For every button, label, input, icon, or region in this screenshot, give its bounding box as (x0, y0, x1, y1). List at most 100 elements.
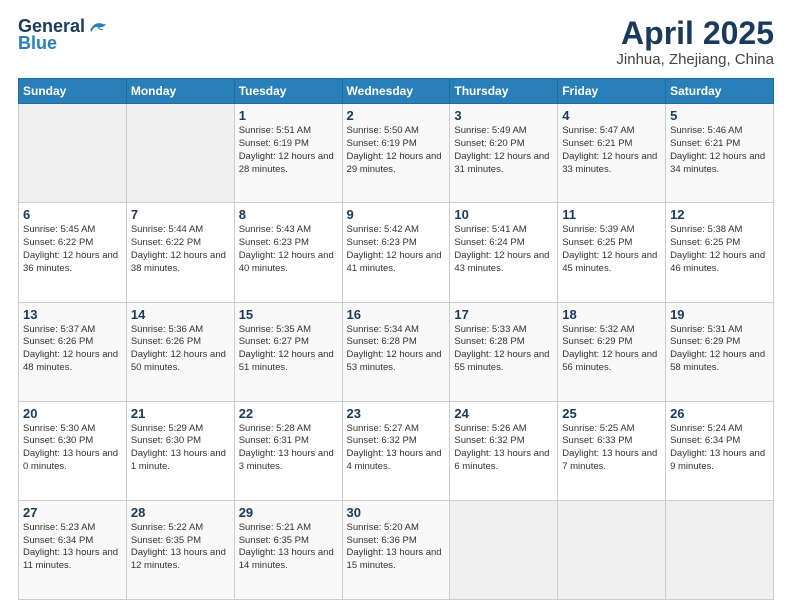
day-info: Sunrise: 5:33 AM Sunset: 6:28 PM Dayligh… (454, 324, 553, 375)
day-info: Sunrise: 5:50 AM Sunset: 6:19 PM Dayligh… (347, 125, 446, 176)
col-header-tuesday: Tuesday (234, 79, 342, 104)
day-number: 19 (670, 307, 769, 322)
day-info: Sunrise: 5:38 AM Sunset: 6:25 PM Dayligh… (670, 224, 769, 275)
day-cell: 15 Sunrise: 5:35 AM Sunset: 6:27 PM Dayli… (234, 302, 342, 401)
day-number: 16 (347, 307, 446, 322)
day-cell: 3Sunrise: 5:49 AM Sunset: 6:20 PM Daylig… (450, 104, 558, 203)
day-cell: 11 Sunrise: 5:39 AM Sunset: 6:25 PM Dayli… (558, 203, 666, 302)
day-cell (666, 500, 774, 599)
day-number: 23 (347, 406, 446, 421)
day-number: 5 (670, 108, 769, 123)
day-info: Sunrise: 5:31 AM Sunset: 6:29 PM Dayligh… (670, 324, 769, 375)
day-info: Sunrise: 5:46 AM Sunset: 6:21 PM Dayligh… (670, 125, 769, 176)
day-cell: 20 Sunrise: 5:30 AM Sunset: 6:30 PM Dayli… (19, 401, 127, 500)
day-info: Sunrise: 5:36 AM Sunset: 6:26 PM Dayligh… (131, 324, 230, 375)
day-number: 22 (239, 406, 338, 421)
day-info: Sunrise: 5:21 AM Sunset: 6:35 PM Dayligh… (239, 522, 338, 573)
week-row-4: 20 Sunrise: 5:30 AM Sunset: 6:30 PM Dayli… (19, 401, 774, 500)
day-cell: 7 Sunrise: 5:44 AM Sunset: 6:22 PM Daylig… (126, 203, 234, 302)
day-info: Sunrise: 5:29 AM Sunset: 6:30 PM Dayligh… (131, 423, 230, 474)
day-cell: 29 Sunrise: 5:21 AM Sunset: 6:35 PM Dayli… (234, 500, 342, 599)
day-number: 11 (562, 207, 661, 222)
page: General Blue April 2025 Jinhua, Zhejiang… (0, 0, 792, 612)
day-number: 30 (347, 505, 446, 520)
day-info: Sunrise: 5:32 AM Sunset: 6:29 PM Dayligh… (562, 324, 661, 375)
day-number: 28 (131, 505, 230, 520)
day-info: Sunrise: 5:39 AM Sunset: 6:25 PM Dayligh… (562, 224, 661, 275)
day-number: 13 (23, 307, 122, 322)
col-header-saturday: Saturday (666, 79, 774, 104)
day-cell: 27Sunrise: 5:23 AM Sunset: 6:34 PM Dayli… (19, 500, 127, 599)
day-info: Sunrise: 5:41 AM Sunset: 6:24 PM Dayligh… (454, 224, 553, 275)
day-number: 21 (131, 406, 230, 421)
day-cell: 14 Sunrise: 5:36 AM Sunset: 6:26 PM Dayli… (126, 302, 234, 401)
day-number: 9 (347, 207, 446, 222)
day-number: 12 (670, 207, 769, 222)
week-row-2: 6 Sunrise: 5:45 AM Sunset: 6:22 PM Daylig… (19, 203, 774, 302)
day-cell: 30 Sunrise: 5:20 AM Sunset: 6:36 PM Dayli… (342, 500, 450, 599)
week-row-5: 27Sunrise: 5:23 AM Sunset: 6:34 PM Dayli… (19, 500, 774, 599)
day-info: Sunrise: 5:45 AM Sunset: 6:22 PM Dayligh… (23, 224, 122, 275)
day-info: Sunrise: 5:42 AM Sunset: 6:23 PM Dayligh… (347, 224, 446, 275)
day-number: 8 (239, 207, 338, 222)
day-number: 3 (454, 108, 553, 123)
day-info: Sunrise: 5:47 AM Sunset: 6:21 PM Dayligh… (562, 125, 661, 176)
day-cell: 28 Sunrise: 5:22 AM Sunset: 6:35 PM Dayli… (126, 500, 234, 599)
day-number: 18 (562, 307, 661, 322)
day-cell: 5 Sunrise: 5:46 AM Sunset: 6:21 PM Daylig… (666, 104, 774, 203)
day-info: Sunrise: 5:37 AM Sunset: 6:26 PM Dayligh… (23, 324, 122, 375)
col-header-sunday: Sunday (19, 79, 127, 104)
col-header-wednesday: Wednesday (342, 79, 450, 104)
day-info: Sunrise: 5:34 AM Sunset: 6:28 PM Dayligh… (347, 324, 446, 375)
day-cell (19, 104, 127, 203)
day-info: Sunrise: 5:30 AM Sunset: 6:30 PM Dayligh… (23, 423, 122, 474)
day-number: 1 (239, 108, 338, 123)
day-cell: 22 Sunrise: 5:28 AM Sunset: 6:31 PM Dayli… (234, 401, 342, 500)
day-info: Sunrise: 5:25 AM Sunset: 6:33 PM Dayligh… (562, 423, 661, 474)
day-info: Sunrise: 5:26 AM Sunset: 6:32 PM Dayligh… (454, 423, 553, 474)
day-info: Sunrise: 5:51 AM Sunset: 6:19 PM Dayligh… (239, 125, 338, 176)
calendar-header-row: SundayMondayTuesdayWednesdayThursdayFrid… (19, 79, 774, 104)
col-header-thursday: Thursday (450, 79, 558, 104)
week-row-3: 13 Sunrise: 5:37 AM Sunset: 6:26 PM Dayli… (19, 302, 774, 401)
day-cell: 1 Sunrise: 5:51 AM Sunset: 6:19 PM Daylig… (234, 104, 342, 203)
day-cell: 12 Sunrise: 5:38 AM Sunset: 6:25 PM Dayli… (666, 203, 774, 302)
day-number: 20 (23, 406, 122, 421)
day-cell (126, 104, 234, 203)
calendar-table: SundayMondayTuesdayWednesdayThursdayFrid… (18, 78, 774, 600)
day-cell: 18 Sunrise: 5:32 AM Sunset: 6:29 PM Dayli… (558, 302, 666, 401)
day-cell (450, 500, 558, 599)
day-info: Sunrise: 5:20 AM Sunset: 6:36 PM Dayligh… (347, 522, 446, 573)
day-number: 15 (239, 307, 338, 322)
day-number: 7 (131, 207, 230, 222)
day-info: Sunrise: 5:43 AM Sunset: 6:23 PM Dayligh… (239, 224, 338, 275)
day-info: Sunrise: 5:24 AM Sunset: 6:34 PM Dayligh… (670, 423, 769, 474)
day-cell: 6 Sunrise: 5:45 AM Sunset: 6:22 PM Daylig… (19, 203, 127, 302)
logo-bird-icon (87, 18, 109, 36)
day-info: Sunrise: 5:35 AM Sunset: 6:27 PM Dayligh… (239, 324, 338, 375)
main-title: April 2025 (616, 16, 774, 51)
day-cell: 8 Sunrise: 5:43 AM Sunset: 6:23 PM Daylig… (234, 203, 342, 302)
day-cell: 25Sunrise: 5:25 AM Sunset: 6:33 PM Dayli… (558, 401, 666, 500)
day-cell: 21 Sunrise: 5:29 AM Sunset: 6:30 PM Dayli… (126, 401, 234, 500)
day-cell: 19 Sunrise: 5:31 AM Sunset: 6:29 PM Dayli… (666, 302, 774, 401)
title-block: April 2025 Jinhua, Zhejiang, China (616, 16, 774, 68)
col-header-monday: Monday (126, 79, 234, 104)
day-number: 6 (23, 207, 122, 222)
day-info: Sunrise: 5:44 AM Sunset: 6:22 PM Dayligh… (131, 224, 230, 275)
sub-title: Jinhua, Zhejiang, China (616, 51, 774, 68)
day-info: Sunrise: 5:28 AM Sunset: 6:31 PM Dayligh… (239, 423, 338, 474)
day-info: Sunrise: 5:23 AM Sunset: 6:34 PM Dayligh… (23, 522, 122, 573)
day-cell: 17Sunrise: 5:33 AM Sunset: 6:28 PM Dayli… (450, 302, 558, 401)
day-info: Sunrise: 5:27 AM Sunset: 6:32 PM Dayligh… (347, 423, 446, 474)
day-number: 14 (131, 307, 230, 322)
logo-blue: Blue (18, 33, 57, 54)
day-number: 10 (454, 207, 553, 222)
day-cell: 9 Sunrise: 5:42 AM Sunset: 6:23 PM Daylig… (342, 203, 450, 302)
header: General Blue April 2025 Jinhua, Zhejiang… (18, 16, 774, 68)
day-number: 24 (454, 406, 553, 421)
day-cell (558, 500, 666, 599)
day-info: Sunrise: 5:22 AM Sunset: 6:35 PM Dayligh… (131, 522, 230, 573)
day-number: 2 (347, 108, 446, 123)
day-number: 29 (239, 505, 338, 520)
